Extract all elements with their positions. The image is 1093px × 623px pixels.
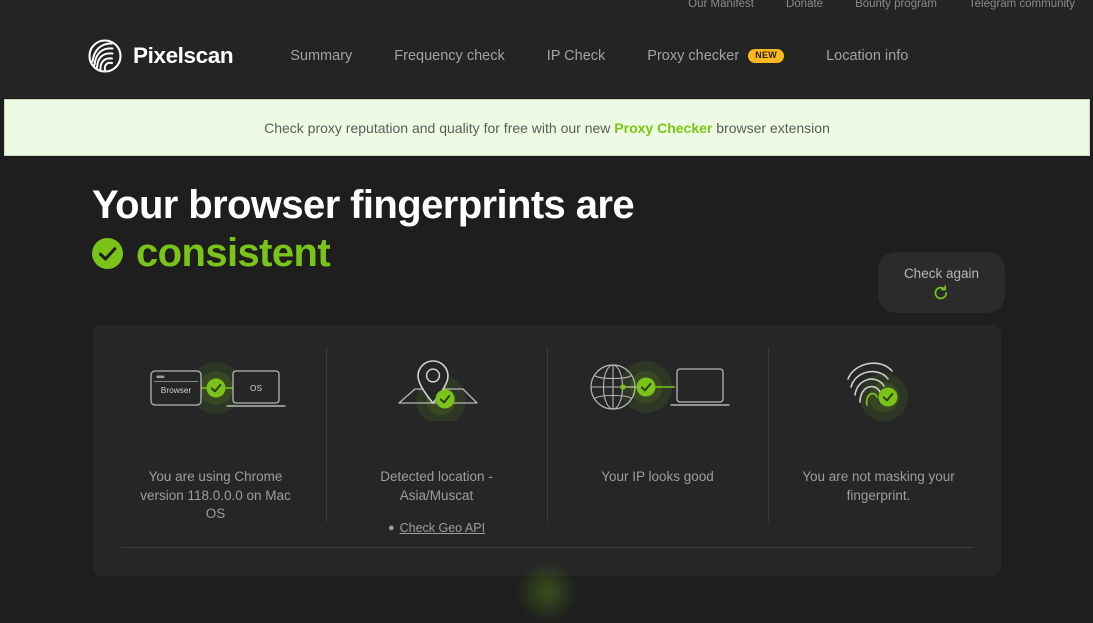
map-pin-location-icon [377, 351, 497, 423]
nav-item-proxy-checker[interactable]: Proxy checker NEW [626, 48, 805, 64]
nav-item-summary[interactable]: Summary [269, 48, 373, 64]
nav-item-label: Location info [826, 48, 909, 64]
brand-logo[interactable]: Pixelscan [88, 39, 234, 73]
globe-to-laptop-icon [583, 351, 733, 423]
pixelscan-spiral-logo-icon [88, 39, 122, 73]
main-navigation: Summary Frequency check IP Check Proxy c… [269, 48, 929, 64]
brand-name: Pixelscan [133, 43, 234, 68]
card-text: Detected location - Asia/Muscat [380, 469, 493, 503]
hero-heading-block: Your browser fingerprints are consistent [92, 182, 635, 276]
nav-item-label: Summary [290, 48, 353, 64]
svg-text:OS: OS [250, 383, 262, 393]
promo-text-after: browser extension [712, 119, 830, 136]
card-text: You are not masking your fingerprint. [802, 469, 955, 503]
fingerprint-icon [824, 351, 934, 423]
panel-divider [121, 547, 973, 548]
proxy-checker-link[interactable]: Proxy Checker [614, 120, 712, 136]
refresh-icon [933, 285, 949, 301]
promo-banner-text: Check proxy reputation and quality for f… [264, 120, 830, 136]
site-header: Pixelscan Summary Frequency check IP Che… [0, 14, 1093, 98]
topbar-link-donate[interactable]: Donate [786, 0, 823, 10]
card-fingerprint: You are not masking your fingerprint. [768, 325, 989, 540]
check-circle-icon [92, 238, 123, 270]
next-section-glow [516, 561, 578, 623]
fingerprint-status: consistent [92, 231, 634, 276]
check-again-label: Check again [903, 266, 979, 281]
topbar-link-bounty-program[interactable]: Bounty program [855, 0, 937, 10]
status-cards-panel: Browser OS You are using Chrome version … [93, 325, 1001, 623]
nav-item-label: IP Check [546, 48, 606, 64]
hero-section: Your browser fingerprints are consistent… [0, 156, 1093, 313]
nav-item-location-info[interactable]: Location info [805, 48, 929, 64]
card-browser-os: Browser OS You are using Chrome version … [105, 325, 326, 540]
page-title: Your browser fingerprints are [92, 183, 635, 227]
status-cards: Browser OS You are using Chrome version … [105, 325, 989, 540]
svg-text:Browser: Browser [160, 385, 191, 395]
map-pin-icon: ● [387, 521, 395, 534]
new-badge: NEW [748, 49, 785, 63]
nav-item-ip-check[interactable]: IP Check [526, 48, 627, 64]
check-geo-api-link[interactable]: ● Check Geo API [388, 521, 485, 535]
nav-item-label: Frequency check [394, 48, 505, 64]
top-utility-bar: Our Manifest Donate Bounty program Teleg… [0, 0, 1093, 14]
promo-banner: Check proxy reputation and quality for f… [4, 99, 1090, 156]
nav-item-label: Proxy checker [647, 48, 740, 64]
card-link-label: Check Geo API [399, 521, 486, 536]
browser-to-os-icon: Browser OS [141, 351, 291, 423]
card-text: You are using Chrome version 118.0.0.0 o… [140, 469, 291, 522]
check-again-button[interactable]: Check again [877, 252, 1005, 313]
promo-text-before: Check proxy reputation and quality for f… [264, 119, 615, 136]
card-location: Detected location - Asia/Muscat ● Check … [326, 325, 547, 540]
topbar-link-our-manifest[interactable]: Our Manifest [688, 0, 754, 10]
card-text: Your IP looks good [601, 469, 714, 484]
card-ip: Your IP looks good [547, 325, 768, 540]
status-word: consistent [136, 231, 331, 276]
nav-item-frequency-check[interactable]: Frequency check [373, 48, 525, 64]
topbar-link-telegram-community[interactable]: Telegram community [969, 0, 1075, 10]
